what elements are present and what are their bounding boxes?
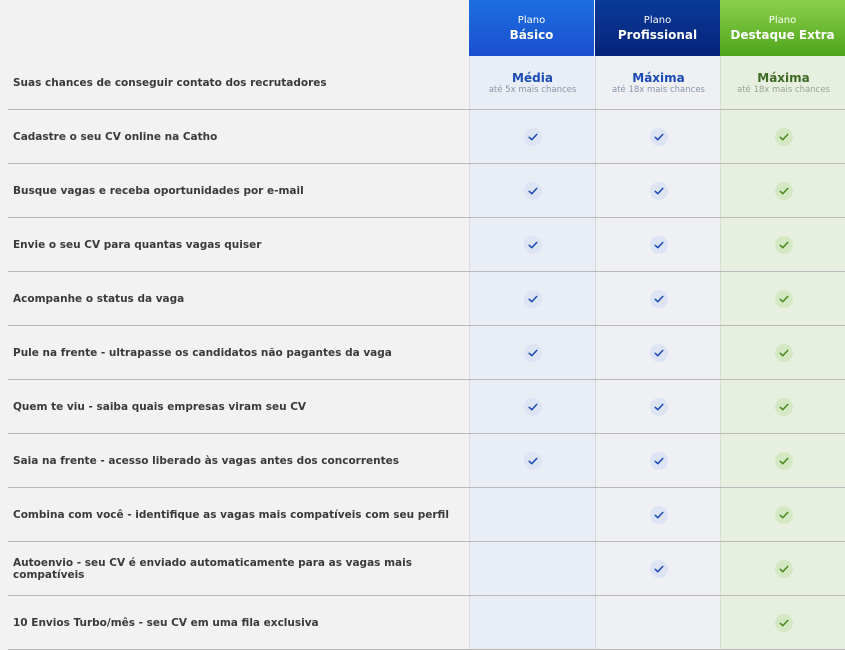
feature-cell-destaque-extra bbox=[720, 164, 845, 217]
chances-row: Suas chances de conseguir contato dos re… bbox=[8, 56, 845, 110]
chance-detail: até 5x mais chances bbox=[488, 84, 577, 95]
feature-cell-profissional bbox=[595, 488, 721, 541]
feature-cell-basico bbox=[469, 380, 595, 433]
feature-cell-destaque-extra bbox=[720, 542, 845, 595]
plan-header-profissional[interactable]: Plano Profissional bbox=[595, 0, 720, 56]
check-icon bbox=[774, 289, 793, 308]
feature-cell-profissional bbox=[595, 218, 721, 271]
check-icon bbox=[774, 451, 793, 470]
check-icon bbox=[523, 451, 542, 470]
feature-cell-profissional bbox=[595, 380, 721, 433]
feature-cell-destaque-extra bbox=[720, 488, 845, 541]
plan-prefix: Plano bbox=[768, 14, 797, 26]
feature-cell-destaque-extra bbox=[720, 218, 845, 271]
check-icon bbox=[649, 343, 668, 362]
plan-header-row: Plano Básico Plano Profissional Plano De… bbox=[0, 0, 845, 56]
feature-cell-profissional bbox=[595, 434, 721, 487]
check-icon bbox=[649, 505, 668, 524]
feature-cell-basico bbox=[469, 488, 595, 541]
row-label: 10 Envios Turbo/mês - seu CV em uma fila… bbox=[13, 616, 319, 629]
plan-comparison-table: Plano Básico Plano Profissional Plano De… bbox=[0, 0, 845, 650]
check-icon bbox=[649, 289, 668, 308]
row-label: Envie o seu CV para quantas vagas quiser bbox=[13, 238, 262, 251]
check-icon bbox=[774, 613, 793, 632]
feature-cell-basico bbox=[469, 326, 595, 379]
row-label: Busque vagas e receba oportunidades por … bbox=[13, 184, 304, 197]
feature-cell-basico bbox=[469, 596, 595, 649]
check-icon bbox=[649, 127, 668, 146]
chance-level: Máxima bbox=[757, 70, 810, 85]
feature-cell-destaque-extra bbox=[720, 380, 845, 433]
plan-name: Básico bbox=[509, 27, 554, 42]
feature-cell-destaque-extra bbox=[720, 434, 845, 487]
check-icon bbox=[649, 235, 668, 254]
check-icon bbox=[774, 181, 793, 200]
chance-detail: até 18x mais chances bbox=[737, 84, 830, 95]
chance-cell-destaque-extra: Máxima até 18x mais chances bbox=[720, 56, 845, 109]
chance-cell-profissional: Máxima até 18x mais chances bbox=[595, 56, 721, 109]
feature-rows: Cadastre o seu CV online na Catho Busque … bbox=[0, 110, 845, 650]
feature-row: Acompanhe o status da vaga bbox=[8, 272, 845, 326]
check-icon bbox=[774, 343, 793, 362]
feature-cell-basico bbox=[469, 110, 595, 163]
check-icon bbox=[523, 127, 542, 146]
feature-cell-profissional bbox=[595, 542, 721, 595]
row-label: Saia na frente - acesso liberado às vaga… bbox=[13, 454, 400, 467]
row-label: Quem te viu - saiba quais empresas viram… bbox=[13, 400, 307, 413]
check-icon bbox=[523, 343, 542, 362]
feature-cell-basico bbox=[469, 542, 595, 595]
feature-row: Busque vagas e receba oportunidades por … bbox=[8, 164, 845, 218]
check-icon bbox=[774, 397, 793, 416]
check-icon bbox=[774, 127, 793, 146]
feature-cell-basico bbox=[469, 164, 595, 217]
check-icon bbox=[523, 181, 542, 200]
feature-row: Autoenvio - seu CV é enviado automaticam… bbox=[8, 542, 845, 596]
feature-cell-profissional bbox=[595, 326, 721, 379]
feature-row: 10 Envios Turbo/mês - seu CV em uma fila… bbox=[8, 596, 845, 650]
plan-header-destaque-extra[interactable]: Plano Destaque Extra bbox=[720, 0, 845, 56]
chance-level: Máxima bbox=[632, 70, 685, 85]
plan-prefix: Plano bbox=[643, 14, 672, 26]
feature-row: Envie o seu CV para quantas vagas quiser bbox=[8, 218, 845, 272]
feature-cell-destaque-extra bbox=[720, 596, 845, 649]
feature-row: Pule na frente - ultrapasse os candidato… bbox=[8, 326, 845, 380]
feature-row: Quem te viu - saiba quais empresas viram… bbox=[8, 380, 845, 434]
feature-cell-profissional bbox=[595, 164, 721, 217]
feature-cell-destaque-extra bbox=[720, 272, 845, 325]
check-icon bbox=[774, 505, 793, 524]
check-icon bbox=[523, 235, 542, 254]
chance-cell-basico: Média até 5x mais chances bbox=[469, 56, 595, 109]
feature-cell-basico bbox=[469, 434, 595, 487]
feature-cell-destaque-extra bbox=[720, 326, 845, 379]
plan-name: Destaque Extra bbox=[730, 27, 835, 42]
check-icon bbox=[649, 181, 668, 200]
row-label: Autoenvio - seu CV é enviado automaticam… bbox=[13, 556, 412, 581]
row-label: Cadastre o seu CV online na Catho bbox=[13, 130, 218, 143]
row-label: Suas chances de conseguir contato dos re… bbox=[13, 76, 327, 89]
check-icon bbox=[649, 397, 668, 416]
plan-header-basico[interactable]: Plano Básico bbox=[469, 0, 594, 56]
feature-cell-profissional bbox=[595, 596, 721, 649]
row-label: Pule na frente - ultrapasse os candidato… bbox=[13, 346, 392, 359]
plan-prefix: Plano bbox=[517, 14, 546, 26]
plan-name: Profissional bbox=[617, 27, 698, 42]
feature-cell-basico bbox=[469, 272, 595, 325]
feature-row: Cadastre o seu CV online na Catho bbox=[8, 110, 845, 164]
feature-row: Combina com você - identifique as vagas … bbox=[8, 488, 845, 542]
feature-cell-destaque-extra bbox=[720, 110, 845, 163]
check-icon bbox=[523, 289, 542, 308]
row-label: Combina com você - identifique as vagas … bbox=[13, 508, 449, 521]
chance-detail: até 18x mais chances bbox=[612, 84, 705, 95]
feature-cell-basico bbox=[469, 218, 595, 271]
feature-row: Saia na frente - acesso liberado às vaga… bbox=[8, 434, 845, 488]
feature-cell-profissional bbox=[595, 110, 721, 163]
check-icon bbox=[774, 235, 793, 254]
check-icon bbox=[649, 559, 668, 578]
row-label: Acompanhe o status da vaga bbox=[13, 292, 185, 305]
chance-level: Média bbox=[512, 70, 553, 85]
feature-cell-profissional bbox=[595, 272, 721, 325]
check-icon bbox=[774, 559, 793, 578]
check-icon bbox=[523, 397, 542, 416]
check-icon bbox=[649, 451, 668, 470]
